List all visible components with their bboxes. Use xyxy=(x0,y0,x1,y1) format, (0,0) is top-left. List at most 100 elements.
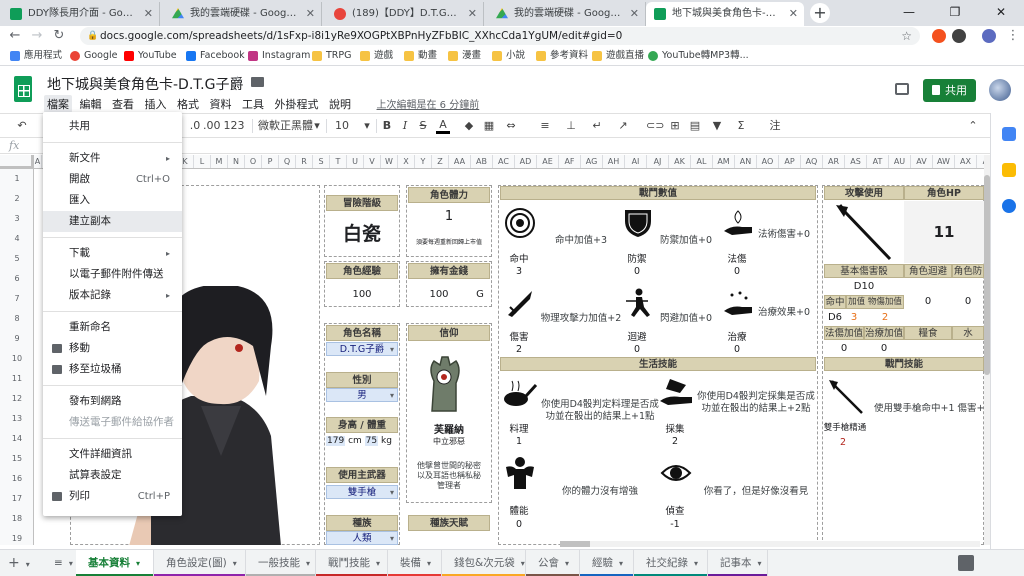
functions-icon[interactable]: Σ xyxy=(734,118,748,134)
all-sheets-icon[interactable]: ≡ xyxy=(48,550,74,576)
column-header[interactable]: AC xyxy=(493,155,515,168)
bold-button[interactable]: B xyxy=(380,118,394,134)
menu-insert[interactable]: 插入 xyxy=(142,95,170,113)
sheets-logo-icon[interactable] xyxy=(14,76,32,102)
file-menu-item[interactable]: 版本記錄 ▸ xyxy=(43,285,182,306)
sheet-tab[interactable]: 基本資料 xyxy=(76,550,154,576)
column-header[interactable]: AM xyxy=(713,155,735,168)
calendar-icon[interactable] xyxy=(1002,127,1016,141)
row-header[interactable]: 9 xyxy=(0,329,34,349)
sheet-tab[interactable]: 經驗 xyxy=(580,550,634,576)
column-header[interactable]: W xyxy=(381,155,398,168)
column-header[interactable]: Z xyxy=(432,155,449,168)
file-menu-item[interactable]: 匯入 xyxy=(43,190,182,211)
align-horizontal-icon[interactable]: ≡ xyxy=(538,118,552,134)
bookmark-instagram[interactable]: Instagram xyxy=(248,49,310,63)
row-header[interactable]: 3 xyxy=(0,209,34,229)
race-select[interactable]: 人類 xyxy=(326,531,398,545)
maximize-icon[interactable]: ❐ xyxy=(932,0,978,26)
reload-icon[interactable]: ↻ xyxy=(50,27,68,45)
extension-icon[interactable] xyxy=(952,29,966,43)
menu-help[interactable]: 說明 xyxy=(326,95,354,113)
explore-icon[interactable] xyxy=(958,555,974,571)
rank-value[interactable]: 白瓷 xyxy=(326,219,398,246)
input-tools-icon[interactable]: 注 xyxy=(768,118,782,134)
align-vertical-icon[interactable]: ⊥ xyxy=(564,118,578,134)
file-menu-item[interactable]: 新文件 ▸ xyxy=(43,148,182,169)
window-close-icon[interactable]: ✕ xyxy=(978,0,1024,26)
browser-menu-icon[interactable]: ⋮ xyxy=(1004,27,1022,45)
bookmark-folder[interactable]: 遊戲 xyxy=(360,49,393,63)
column-header[interactable]: AK xyxy=(669,155,691,168)
column-header[interactable]: A xyxy=(34,155,42,168)
bookmark-youtube[interactable]: YouTube xyxy=(124,49,177,63)
bookmark-folder[interactable]: TRPG xyxy=(312,49,352,63)
add-sheet-button[interactable]: + xyxy=(0,550,26,576)
profile-icon[interactable] xyxy=(982,29,996,43)
row-header[interactable]: 6 xyxy=(0,269,34,289)
filter-icon[interactable]: ▼ xyxy=(710,118,724,134)
bookmark-ytmp3[interactable]: YouTube轉MP3轉... xyxy=(648,49,749,63)
bookmark-folder[interactable]: 參考資料 xyxy=(536,49,588,63)
column-header[interactable]: AV xyxy=(911,155,933,168)
insert-link-icon[interactable]: ⊂⊃ xyxy=(646,118,664,134)
column-header[interactable]: AE xyxy=(537,155,559,168)
menu-edit[interactable]: 編輯 xyxy=(77,95,105,113)
column-header[interactable]: AA xyxy=(449,155,471,168)
bookmark-folder[interactable]: 小說 xyxy=(492,49,525,63)
collapse-toolbar-icon[interactable]: ⌃ xyxy=(966,118,980,134)
sheet-tab[interactable]: 一般技能 xyxy=(246,550,316,576)
url-field[interactable]: 🔒 docs.google.com/spreadsheets/d/1sFxp-i… xyxy=(80,27,920,45)
new-tab-button[interactable]: + xyxy=(810,3,830,23)
column-header[interactable]: AT xyxy=(867,155,889,168)
column-header[interactable]: N xyxy=(228,155,245,168)
minimize-icon[interactable]: — xyxy=(886,0,932,26)
menu-view[interactable]: 查看 xyxy=(109,95,137,113)
column-header[interactable]: AQ xyxy=(801,155,823,168)
column-header[interactable]: V xyxy=(364,155,381,168)
close-icon[interactable]: ✕ xyxy=(468,2,477,26)
column-header[interactable]: T xyxy=(330,155,347,168)
sheet-tab[interactable]: 角色設定(圖) xyxy=(154,550,246,576)
sheet-tab[interactable]: 裝備 xyxy=(388,550,442,576)
sheet-tab[interactable]: 戰鬥技能 xyxy=(316,550,388,576)
row-header[interactable]: 8 xyxy=(0,309,34,329)
file-menu-item[interactable]: 開啟 Ctrl+O xyxy=(43,169,182,190)
merge-cells-icon[interactable]: ⇔ xyxy=(504,118,518,134)
weight-value[interactable]: 75 xyxy=(364,436,379,446)
browser-tab-active[interactable]: 地下城與美食角色卡-D.T.G子爵 ✕ xyxy=(646,2,804,26)
italic-button[interactable]: I xyxy=(399,118,411,134)
column-header[interactable]: L xyxy=(194,155,211,168)
star-icon[interactable]: ☆ xyxy=(231,74,244,90)
sheet-tab[interactable]: 錢包&次元袋 xyxy=(442,550,526,576)
money-value[interactable]: 100 xyxy=(424,289,454,300)
menu-format[interactable]: 格式 xyxy=(174,95,202,113)
row-header[interactable]: 4 xyxy=(0,229,34,249)
browser-tab[interactable]: 我的雲端硬碟 - Google 雲端硬碟✕ xyxy=(488,2,646,26)
bookmark-google[interactable]: Google xyxy=(70,49,118,63)
more-formats-button[interactable]: 123 xyxy=(222,118,246,134)
row-header[interactable]: 14 xyxy=(0,429,34,449)
row-header[interactable]: 7 xyxy=(0,289,34,309)
column-header[interactable]: AU xyxy=(889,155,911,168)
horizontal-scrollbar[interactable] xyxy=(560,541,980,547)
column-header[interactable]: AW xyxy=(933,155,955,168)
font-select[interactable]: 微軟正黑體 xyxy=(258,118,318,134)
bookmark-apps[interactable]: 應用程式 xyxy=(10,49,62,63)
forward-icon[interactable]: → xyxy=(28,27,46,45)
column-header[interactable]: AI xyxy=(625,155,647,168)
chevron-down-icon[interactable]: ▾ xyxy=(312,118,322,134)
column-header[interactable]: AD xyxy=(515,155,537,168)
column-header[interactable]: AJ xyxy=(647,155,669,168)
column-header[interactable]: AX xyxy=(955,155,977,168)
close-icon[interactable]: ✕ xyxy=(144,2,153,26)
comment-icon[interactable] xyxy=(895,83,909,95)
hp-value[interactable]: 11 xyxy=(904,223,984,241)
menu-data[interactable]: 資料 xyxy=(207,95,235,113)
sheet-tab[interactable]: 記事本 xyxy=(708,550,768,576)
column-header[interactable]: AY xyxy=(977,155,984,168)
text-wrap-icon[interactable]: ↵ xyxy=(590,118,604,134)
move-folder-icon[interactable] xyxy=(251,77,264,87)
stamina-value[interactable]: 1 xyxy=(408,209,490,224)
tasks-icon[interactable] xyxy=(1002,199,1016,213)
